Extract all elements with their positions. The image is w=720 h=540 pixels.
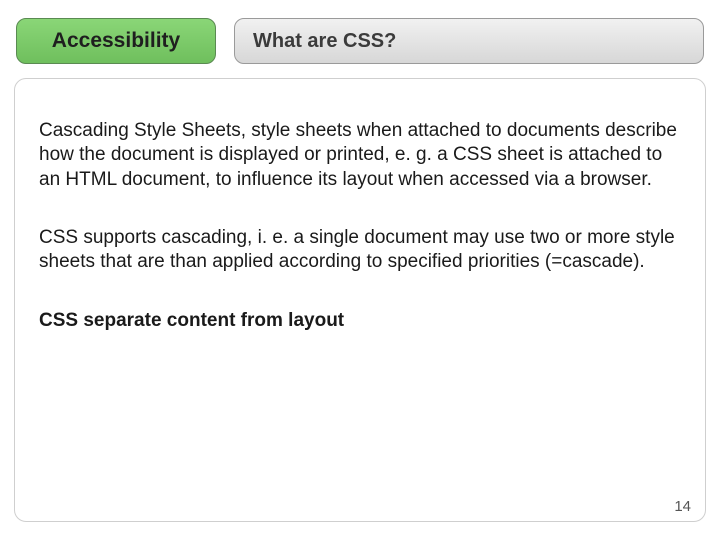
paragraph-1: Cascading Style Sheets, style sheets whe… (39, 119, 681, 192)
paragraph-3: CSS separate content from layout (39, 309, 681, 333)
content-panel: Cascading Style Sheets, style sheets whe… (14, 78, 706, 522)
category-tab: Accessibility (16, 18, 216, 64)
title-tab: What are CSS? (234, 18, 704, 64)
paragraph-2: CSS supports cascading, i. e. a single d… (39, 226, 681, 275)
category-label: Accessibility (52, 29, 180, 53)
slide-title: What are CSS? (253, 30, 396, 53)
page-number: 14 (674, 498, 691, 515)
slide-header: Accessibility What are CSS? (0, 0, 720, 64)
